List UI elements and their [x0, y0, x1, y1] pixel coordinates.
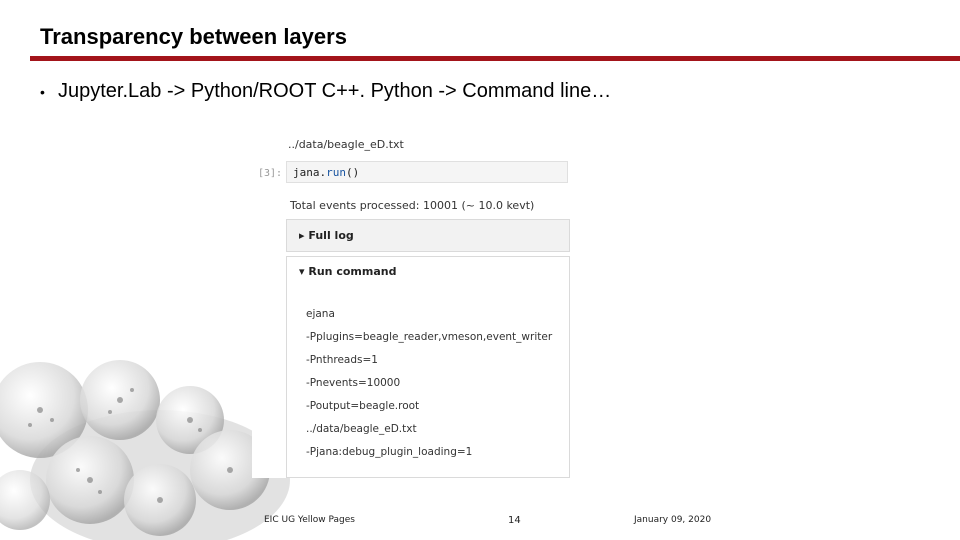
code-text: jana.run() [293, 166, 360, 179]
slide-title: Transparency between layers [40, 24, 347, 49]
full-log-header: ▸ Full log [299, 229, 354, 242]
bullet-text: Jupyter.Lab -> Python/ROOT C++. Python -… [58, 80, 612, 102]
footer-date: January 09, 2020 [634, 515, 712, 525]
command-line: -Pplugins=beagle_reader,vmeson,event_wri… [306, 331, 553, 343]
run-command-accordion[interactable]: ▾ Run command [286, 256, 570, 278]
command-lines: ejana -Pplugins=beagle_reader,vmeson,eve… [306, 308, 552, 469]
bullet-item: • Jupyter.Lab -> Python/ROOT C++. Python … [40, 80, 611, 103]
cell-prompt: [3]: [258, 168, 283, 179]
full-log-accordion[interactable]: ▸ Full log [286, 219, 570, 252]
footer-page-number: 14 [508, 515, 521, 526]
data-file-path: ../data/beagle_eD.txt [288, 138, 404, 151]
title-underline [30, 56, 960, 61]
caret-down-icon: ▾ [299, 265, 305, 278]
command-line: -Pjana:debug_plugin_loading=1 [306, 446, 473, 458]
command-line: ../data/beagle_eD.txt [306, 423, 417, 435]
command-line: -Poutput=beagle.root [306, 400, 420, 412]
command-line: -Pnevents=10000 [306, 377, 401, 389]
command-line: -Pnthreads=1 [306, 354, 378, 366]
footer-presentation-name: EIC UG Yellow Pages [264, 515, 355, 525]
command-line: ejana [306, 308, 335, 320]
code-cell[interactable]: jana.run() [286, 161, 568, 183]
bullet-dot-icon: • [40, 83, 45, 100]
caret-right-icon: ▸ [299, 229, 305, 242]
cell-output: Total events processed: 10001 (~ 10.0 ke… [290, 199, 535, 212]
run-command-header: ▾ Run command [299, 265, 397, 278]
notebook-screenshot: ../data/beagle_eD.txt [3]: jana.run() To… [252, 132, 570, 478]
